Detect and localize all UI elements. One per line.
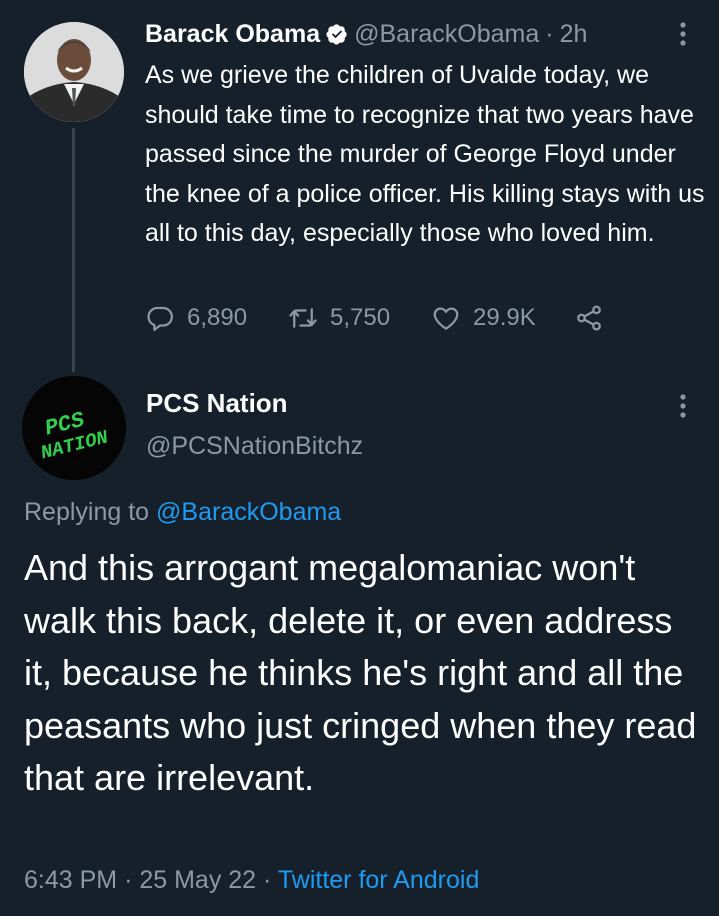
parent-tweet-time[interactable]: 2h <box>560 20 588 49</box>
parent-author-handle[interactable]: @BarackObama <box>354 20 539 49</box>
replying-to-handle-link[interactable]: @BarackObama <box>156 498 341 526</box>
reply-author-handle[interactable]: @PCSNationBitchz <box>146 432 363 461</box>
replying-to-line: Replying to @BarackObama <box>24 498 341 527</box>
reply-avatar[interactable]: PCS NATION <box>22 376 126 480</box>
like-button[interactable]: 29.9K <box>431 303 574 333</box>
tweet-time[interactable]: 6:43 PM <box>24 866 117 894</box>
retweet-icon <box>289 308 317 328</box>
retweet-button[interactable]: 5,750 <box>288 303 431 333</box>
reply-count: 6,890 <box>187 304 248 331</box>
share-icon <box>577 305 601 331</box>
replying-to-prefix: Replying to <box>24 498 150 526</box>
parent-tweet-text: As we grieve the children of Uvalde toda… <box>145 61 705 247</box>
like-count: 29.9K <box>473 304 536 331</box>
parent-tweet-header: Barack Obama @BarackObama · 2h <box>145 14 705 54</box>
verified-icon <box>326 24 347 45</box>
thread-connector-line <box>72 128 75 372</box>
avatar-photo <box>24 22 124 122</box>
meta-separator: · <box>124 866 133 894</box>
pcs-nation-logo: PCS NATION <box>22 376 126 480</box>
retweet-count: 5,750 <box>330 304 391 331</box>
header-separator: · <box>545 19 554 48</box>
parent-author-name[interactable]: Barack Obama <box>145 20 320 49</box>
share-button[interactable] <box>574 303 616 333</box>
more-icon <box>680 394 686 418</box>
parent-more-button[interactable] <box>672 20 694 48</box>
tweet-source-link[interactable]: Twitter for Android <box>278 866 479 894</box>
like-icon <box>433 307 459 330</box>
tweet-meta: 6:43 PM · 25 May 22 · Twitter for Androi… <box>24 866 479 895</box>
reply-more-button[interactable] <box>672 392 694 420</box>
parent-avatar[interactable] <box>24 22 124 122</box>
reply-icon <box>147 306 173 331</box>
tweet-action-bar: 6,890 5,750 29.9K <box>145 298 625 338</box>
more-icon <box>680 22 686 46</box>
reply-author-name[interactable]: PCS Nation <box>146 388 288 419</box>
tweet-date[interactable]: 25 May 22 <box>139 866 256 894</box>
meta-separator: · <box>263 866 272 894</box>
reply-tweet-text: And this arrogant megalomaniac won't wal… <box>24 547 697 798</box>
reply-button[interactable]: 6,890 <box>145 303 288 333</box>
